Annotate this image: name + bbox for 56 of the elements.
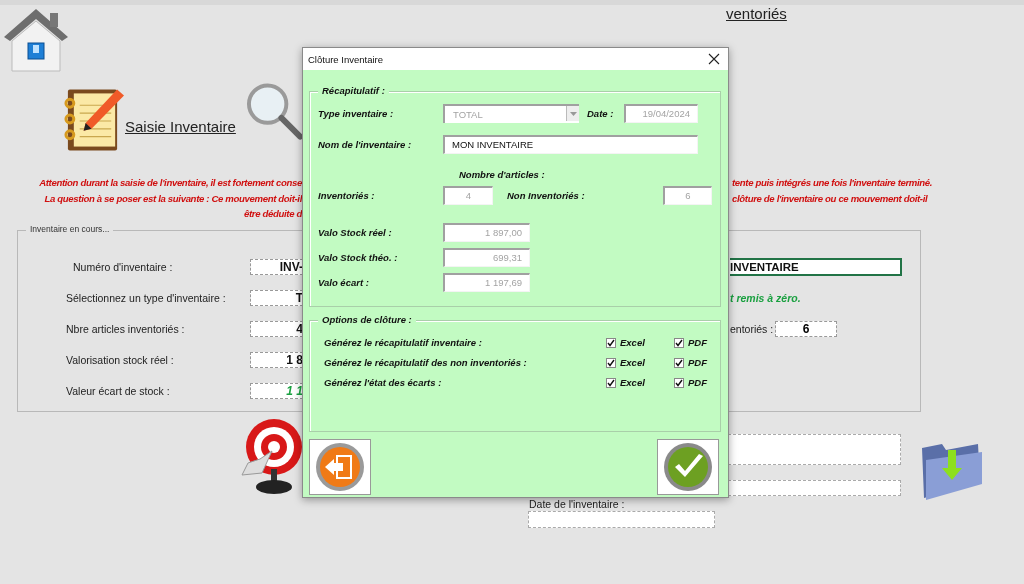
search-icon[interactable] [245, 82, 302, 140]
dialog-title: Clôture Inventaire [308, 53, 383, 65]
selected-cell[interactable]: INVENTAIRE [730, 258, 902, 276]
checkbox[interactable] [674, 357, 684, 368]
value-cell: 1 1 [250, 383, 303, 399]
field-label: Type inventaire : [317, 108, 395, 119]
field-label: Nbre articles inventoriés : [66, 323, 186, 335]
date-label: Date de l'inventaire : [529, 497, 625, 510]
field-label: Date : [586, 108, 615, 119]
field-label: Numéro d'inventaire : [72, 261, 174, 273]
warning-text: Attention durant la saisie de l'inventaire, il est fortement conse [39, 177, 302, 188]
panel-legend: Inventaire en cours... [26, 223, 114, 234]
option-label: Générez l'état des écarts : [323, 377, 443, 388]
field-label: Valorisation stock réel : [66, 354, 175, 366]
warning-text: tente puis intégrés une fois l'inventaire terminé. [732, 177, 933, 188]
checkbox-label: Excel [620, 377, 645, 388]
group-legend: Options de clôture : [318, 314, 416, 325]
field-label: Valeur écart de stock : [66, 385, 171, 397]
field-label: Nom de l'inventaire : [317, 139, 413, 150]
checkbox[interactable] [606, 337, 616, 348]
value-cell: INV- [250, 259, 303, 275]
field-label: Valo Stock théo. : [317, 252, 399, 263]
name-field[interactable]: MON INVENTAIRE [443, 135, 698, 154]
entry-link[interactable]: Saisie Inventaire [125, 118, 236, 135]
checkbox-label: PDF [688, 357, 707, 368]
field-label: entoriés : [730, 323, 774, 335]
value-cell: 4 [250, 321, 303, 337]
checkbox[interactable] [606, 377, 616, 388]
checkbox-label: PDF [688, 377, 707, 388]
warning-text: La question à se poser est la suivante : Ce mouvement doit-il [44, 192, 302, 204]
section-heading: Nombre d'articles : [459, 169, 545, 180]
warning-text: clôture de l'inventaire ou ce mouvement doit-il [732, 192, 928, 204]
value-cell: 6 [775, 321, 838, 337]
date-field[interactable] [528, 510, 715, 528]
checkbox-label: Excel [620, 337, 645, 348]
group-legend: Récapitulatif : [318, 85, 389, 96]
checkbox-label: PDF [688, 337, 707, 348]
back-button[interactable] [309, 439, 371, 495]
field-label: Valo Stock réel : [317, 227, 393, 238]
close-button[interactable] [708, 53, 720, 65]
confirm-button[interactable] [657, 439, 719, 495]
option-label: Générez le récapitulatif inventaire : [323, 337, 483, 348]
target-icon[interactable] [238, 416, 302, 497]
checkbox[interactable] [674, 337, 684, 348]
option-label: Générez le récapitulatif des non inventoriés : [323, 357, 528, 368]
warning-text: être déduite d [244, 208, 302, 219]
value-cell: 1 8 [250, 352, 303, 368]
reset-notice: t remis à zéro. [730, 292, 801, 304]
checkbox[interactable] [606, 357, 616, 368]
field-label: Sélectionnez un type d'inventaire : [66, 292, 227, 304]
inventoried-link[interactable]: ventoriés [726, 5, 787, 22]
checkbox-label: Excel [620, 357, 645, 368]
field-label: Non Inventoriés : [506, 190, 586, 201]
field-label: Inventoriés : [317, 190, 376, 201]
checkbox[interactable] [674, 377, 684, 388]
field-label: Valo écart : [317, 277, 370, 288]
